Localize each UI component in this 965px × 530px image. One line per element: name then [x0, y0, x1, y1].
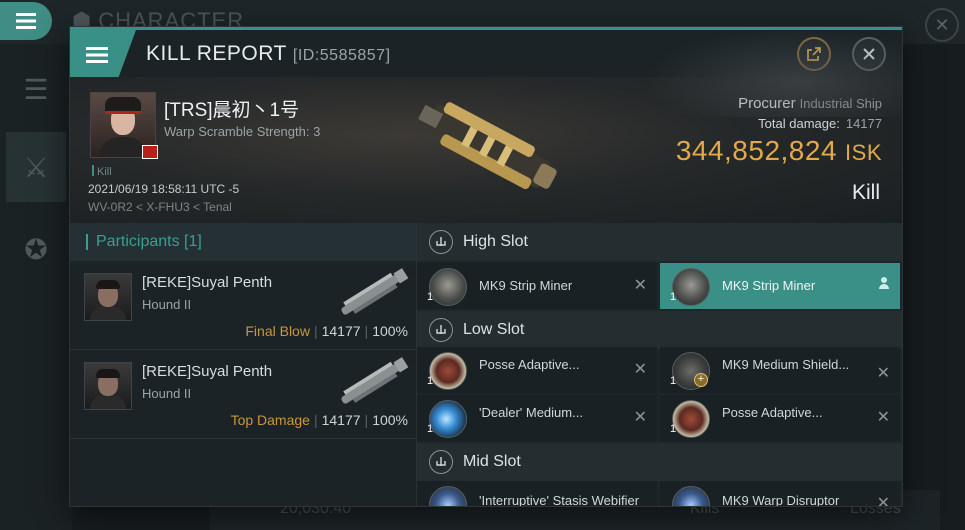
victim-banner: [TRS]晨初丶1号 Warp Scramble Strength: 3 Kil…: [70, 27, 902, 223]
module-name: Posse Adaptive...: [479, 357, 580, 372]
modal-menu-button[interactable]: [70, 30, 136, 80]
kill-datetime: 2021/06/19 18:58:11 UTC -5: [88, 182, 240, 196]
adaptive-hardener-icon: [672, 400, 710, 438]
sidebar-list-icon[interactable]: ☰: [6, 54, 66, 124]
destroyed-icon: ✕: [633, 361, 647, 378]
low-slot-icon: [429, 318, 453, 342]
high-slot-icon: [429, 230, 453, 254]
total-damage: Total damage: 14177: [758, 116, 882, 131]
top-damage-label: Top Damage: [230, 412, 310, 428]
module-item[interactable]: 1 'Interruptive' Stasis Webifier: [417, 481, 657, 506]
kill-location[interactable]: WV-0R2 < X-FHU3 < Tenal: [88, 200, 232, 214]
participants-header[interactable]: Participants [1]: [70, 223, 416, 261]
destroyed-icon: ✕: [633, 277, 647, 294]
strip-miner-icon: [429, 268, 467, 306]
hamburger-icon: [16, 13, 36, 29]
corp-logo-icon: [142, 145, 158, 159]
strip-miner-icon: [672, 268, 710, 306]
module-qty: 1: [427, 291, 434, 303]
module-name: MK9 Strip Miner: [722, 278, 816, 293]
hound-ship-image: [341, 268, 409, 315]
close-icon: ✕: [934, 14, 950, 35]
background-sidebar: ☰ ⚔ ✪: [0, 44, 72, 530]
destroyed-icon: ✕: [633, 409, 647, 426]
kill-report-id: [ID:5585857]: [292, 47, 391, 64]
module-item-selected[interactable]: 1 MK9 Strip Miner: [660, 263, 900, 309]
participant-percent: 100%: [372, 323, 408, 339]
participant-name: [REKE]Suyal Penth: [142, 363, 273, 380]
total-damage-value: 14177: [845, 116, 882, 131]
dropped-user-icon: [879, 277, 889, 289]
sidebar-swords-icon[interactable]: ⚔: [6, 132, 66, 202]
hamburger-icon: [86, 47, 108, 63]
plus-icon: +: [694, 373, 708, 387]
participant-portrait: [84, 362, 132, 410]
participants-panel: Participants [1] [REKE]Suyal Penth Hound…: [70, 223, 417, 506]
background-close-button[interactable]: ✕: [925, 8, 959, 42]
isk-value: 344,852,824 ISK: [676, 135, 882, 167]
module-qty: 1: [670, 375, 677, 387]
module-name: 'Dealer' Medium...: [479, 405, 583, 420]
sidebar-star-icon[interactable]: ✪: [6, 214, 66, 284]
participant-stats: Top Damage | 14177 | 100%: [230, 412, 408, 428]
isk-amount: 344,852,824: [675, 135, 838, 166]
destroyed-icon: ✕: [876, 365, 890, 382]
stasis-webifier-icon: [429, 486, 467, 506]
ship-name[interactable]: Procurer: [738, 95, 796, 112]
participant-stats: Final Blow | 14177 | 100%: [245, 323, 408, 339]
background-menu-button[interactable]: [0, 2, 52, 40]
warp-disruptor-icon: [672, 486, 710, 506]
module-name: MK9 Strip Miner: [479, 278, 573, 293]
module-item[interactable]: 1 'Dealer' Medium... ✕: [417, 395, 657, 441]
warp-scramble-strength: Warp Scramble Strength: 3: [164, 124, 321, 139]
victim-name[interactable]: [TRS]晨初丶1号: [164, 95, 299, 122]
mid-slot-label: Mid Slot: [463, 453, 521, 470]
final-blow-label: Final Blow: [245, 323, 310, 339]
participant-damage: 14177: [321, 323, 361, 339]
kill-tag: Kill: [92, 165, 112, 178]
module-name: 'Interruptive' Stasis Webifier: [479, 493, 640, 506]
low-slot-label: Low Slot: [463, 321, 525, 338]
low-slot-header: Low Slot: [417, 311, 902, 349]
participant-ship: Hound II: [142, 386, 192, 401]
kill-report-title: KILL REPORT: [146, 42, 287, 65]
ship-type: Procurer Industrial Ship: [738, 95, 882, 113]
high-slot-label: High Slot: [463, 233, 528, 250]
participant-portrait: [84, 273, 132, 321]
participant-row[interactable]: [REKE]Suyal Penth Hound II Final Blow | 14…: [70, 261, 416, 350]
module-qty: 1: [427, 423, 434, 435]
module-item[interactable]: 1 Posse Adaptive... ✕: [417, 347, 657, 393]
procurer-ship-image: [418, 102, 557, 190]
kill-report-modal: KILL REPORT [ID:5585857] [TRS]晨初丶1号 Warp …: [70, 27, 902, 506]
module-qty: 1: [427, 375, 434, 387]
module-name: MK9 Medium Shield...: [722, 357, 850, 372]
module-item[interactable]: + 1 MK9 Medium Shield... ✕: [660, 347, 900, 393]
kill-result-label: Kill: [851, 181, 880, 204]
participant-percent: 100%: [372, 412, 408, 428]
module-item[interactable]: 1 MK9 Warp Disruptor ✕: [660, 481, 900, 506]
participant-damage: 14177: [321, 412, 361, 428]
destroyed-icon: ✕: [876, 409, 890, 426]
high-slot-header: High Slot: [417, 223, 902, 261]
ship-class: Industrial Ship: [799, 96, 882, 111]
module-name: MK9 Warp Disruptor: [722, 493, 840, 506]
participant-row[interactable]: [REKE]Suyal Penth Hound II Top Damage | 14…: [70, 350, 416, 439]
participant-name: [REKE]Suyal Penth: [142, 274, 273, 291]
page-title: KILL REPORT [ID:5585857]: [146, 42, 391, 66]
module-item[interactable]: 1 MK9 Strip Miner ✕: [417, 263, 657, 309]
hound-ship-image: [341, 357, 409, 404]
participant-ship: Hound II: [142, 297, 192, 312]
dealer-module-icon: [429, 400, 467, 438]
adaptive-hardener-icon: [429, 352, 467, 390]
destroyed-icon: ✕: [876, 495, 890, 506]
fitting-panel: High Slot 1 MK9 Strip Miner ✕ 1 MK9 Stri…: [417, 223, 902, 506]
total-damage-label: Total damage:: [758, 116, 840, 131]
mid-slot-header: Mid Slot: [417, 443, 902, 481]
module-name: Posse Adaptive...: [722, 405, 823, 420]
mid-slot-icon: [429, 450, 453, 474]
isk-unit: ISK: [845, 140, 882, 165]
module-qty: 1: [670, 423, 677, 435]
module-item[interactable]: 1 Posse Adaptive... ✕: [660, 395, 900, 441]
module-qty: 1: [670, 291, 677, 303]
